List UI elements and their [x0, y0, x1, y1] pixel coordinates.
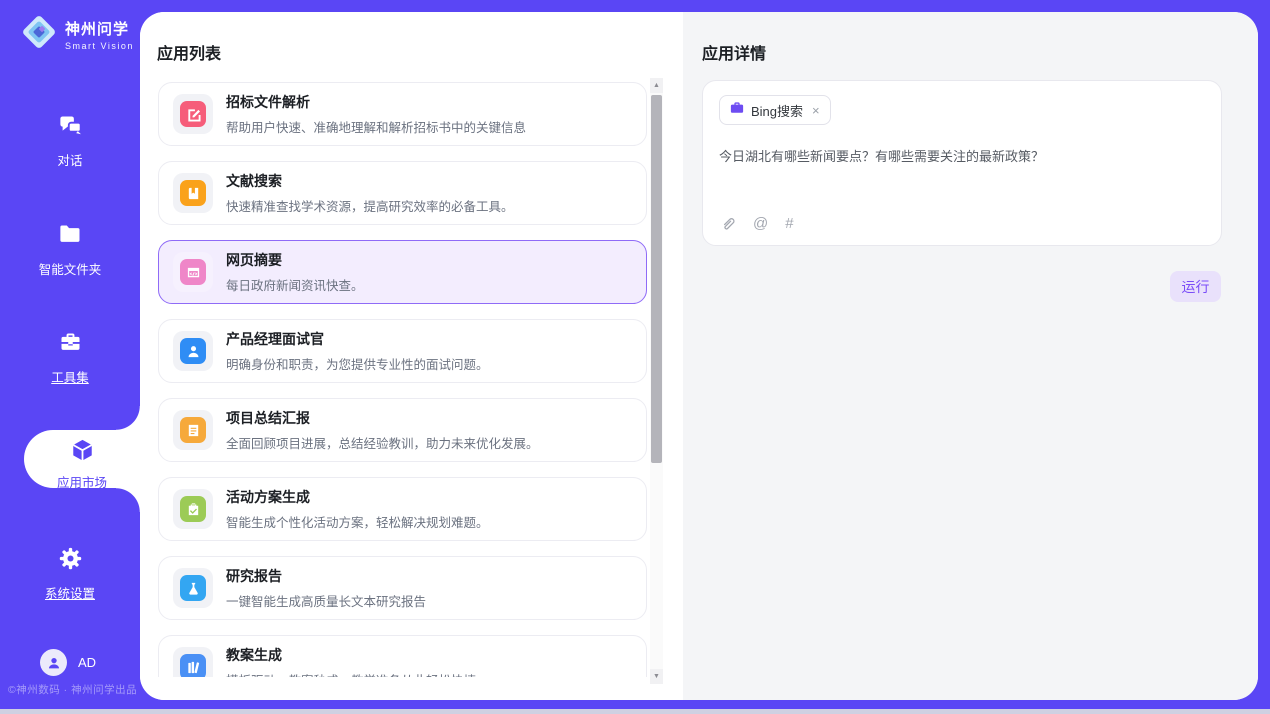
interviewer-icon [180, 338, 206, 364]
user-initials: AD [78, 655, 96, 670]
scroll-up-icon[interactable]: ▲ [650, 78, 663, 93]
tool-tag-label: Bing搜索 [751, 101, 803, 120]
app-desc: 每日政府新闻资讯快查。 [226, 275, 364, 294]
app-card-event-plan[interactable]: 活动方案生成 智能生成个性化活动方案，轻松解决规划难题。 [158, 477, 647, 541]
book-icon [180, 180, 206, 206]
prompt-card: Bing搜索 × 今日湖北有哪些新闻要点？有哪些需要关注的最新政策？ @ # [702, 80, 1222, 246]
sidebar-item-label: 工具集 [0, 367, 140, 386]
sidebar-item-toolset[interactable]: 工具集 [0, 329, 140, 386]
scrollbar-thumb[interactable] [651, 95, 662, 463]
folder-icon [0, 221, 140, 253]
app-list-title: 应用列表 [157, 40, 221, 64]
app-card-research-report[interactable]: 研究报告 一键智能生成高质量长文本研究报告 [158, 556, 647, 620]
scroll-down-icon[interactable]: ▼ [650, 669, 663, 684]
app-logo: 神州问学 Smart Vision [20, 13, 134, 56]
clipboard-check-icon [180, 496, 206, 522]
diamond-logo-icon [20, 13, 58, 56]
app-desc: 快速精准查找学术资源，提高研究效率的必备工具。 [226, 196, 514, 215]
tender-edit-icon [180, 101, 206, 127]
sidebar-item-app-market-active[interactable]: 应用市场 [24, 430, 140, 488]
cube-icon [69, 451, 96, 468]
app-desc: 明确身份和职责，为您提供专业性的面试问题。 [226, 354, 489, 373]
sidebar: 神州问学 Smart Vision 对话 智能文件夹 工具集 [0, 0, 140, 709]
run-button[interactable]: 运行 [1170, 271, 1221, 302]
app-desc: 智能生成个性化活动方案，轻松解决规划难题。 [226, 512, 489, 531]
brand-title: 神州问学 [65, 21, 129, 38]
tool-tag-bing-search[interactable]: Bing搜索 × [719, 95, 831, 125]
sidebar-item-chat[interactable]: 对话 [0, 112, 140, 169]
app-detail-title: 应用详情 [702, 40, 766, 64]
gear-icon [0, 545, 140, 577]
copyright-footer: ©神州数码 · 神州问学出品 [8, 682, 137, 697]
app-card-literature-search[interactable]: 文献搜索 快速精准查找学术资源，提高研究效率的必备工具。 [158, 161, 647, 225]
app-title: 招标文件解析 [226, 92, 526, 112]
app-card-lesson-plan[interactable]: 教案生成 模板驱动，教案秒成，教学准备从此轻松快捷 [158, 635, 647, 677]
app-title: 活动方案生成 [226, 487, 489, 507]
app-title: 网页摘要 [226, 250, 364, 270]
user-account[interactable]: AD [40, 649, 96, 676]
avatar [40, 649, 67, 676]
list-scrollbar[interactable]: ▲ ▼ [650, 78, 663, 684]
app-desc: 帮助用户快速、准确地理解和解析招标书中的关键信息 [226, 117, 526, 136]
app-card-pm-interviewer[interactable]: 产品经理面试官 明确身份和职责，为您提供专业性的面试问题。 [158, 319, 647, 383]
chat-icon [0, 112, 140, 144]
app-desc: 全面回顾项目进展，总结经验教训，助力未来优化发展。 [226, 433, 539, 452]
summary-note-icon [180, 417, 206, 443]
app-card-tender-analysis[interactable]: 招标文件解析 帮助用户快速、准确地理解和解析招标书中的关键信息 [158, 82, 647, 146]
app-title: 产品经理面试官 [226, 329, 489, 349]
app-desc: 模板驱动，教案秒成，教学准备从此轻松快捷 [226, 670, 476, 677]
app-card-project-summary[interactable]: 项目总结汇报 全面回顾项目进展，总结经验教训，助力未来优化发展。 [158, 398, 647, 462]
hash-icon[interactable]: # [785, 215, 793, 232]
toolbox-icon [0, 329, 140, 361]
books-icon [180, 654, 206, 677]
sidebar-item-label: 应用市场 [24, 472, 140, 491]
main-content: 应用列表 招标文件解析 帮助用户快速、准确地理解和解析招标书中的关键信息 文献搜… [140, 12, 1258, 700]
app-detail-panel: 应用详情 Bing搜索 × 今日湖北有哪些新闻要点？有哪些需要关注的最新政策？ … [683, 12, 1258, 700]
prompt-input[interactable]: 今日湖北有哪些新闻要点？有哪些需要关注的最新政策？ [719, 147, 1205, 167]
app-title: 研究报告 [226, 566, 426, 586]
prompt-toolbar: @ # [720, 215, 794, 232]
paperclip-icon[interactable] [720, 216, 736, 232]
app-desc: 一键智能生成高质量长文本研究报告 [226, 591, 426, 610]
brand-subtitle: Smart Vision [65, 41, 134, 51]
close-icon[interactable]: × [812, 103, 820, 118]
app-list: 招标文件解析 帮助用户快速、准确地理解和解析招标书中的关键信息 文献搜索 快速精… [158, 82, 647, 677]
app-title: 文献搜索 [226, 171, 514, 191]
flask-report-icon [180, 575, 206, 601]
sidebar-item-label: 智能文件夹 [0, 259, 140, 278]
app-title: 教案生成 [226, 645, 476, 665]
webpage-icon [180, 259, 206, 285]
briefcase-icon [730, 101, 744, 120]
app-list-panel: 应用列表 招标文件解析 帮助用户快速、准确地理解和解析招标书中的关键信息 文献搜… [140, 12, 683, 700]
bottom-edge-strip [0, 709, 1270, 714]
mention-icon[interactable]: @ [753, 215, 768, 232]
sidebar-item-label: 对话 [0, 150, 140, 169]
sidebar-item-smart-folder[interactable]: 智能文件夹 [0, 221, 140, 278]
app-title: 项目总结汇报 [226, 408, 539, 428]
sidebar-item-label: 系统设置 [0, 583, 140, 602]
sidebar-item-settings[interactable]: 系统设置 [0, 545, 140, 602]
app-card-web-summary-selected[interactable]: 网页摘要 每日政府新闻资讯快查。 [158, 240, 647, 304]
